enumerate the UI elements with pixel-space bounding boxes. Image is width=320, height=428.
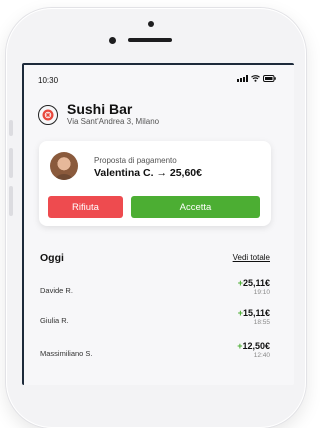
front-camera [109, 37, 116, 44]
transaction-name: Massimiliano S. [40, 349, 93, 358]
reject-button[interactable]: Rifiuta [48, 196, 123, 218]
transaction-name: Davide R. [40, 286, 73, 295]
payment-request-summary: Valentina C. → 25,60€ [94, 167, 202, 179]
venue-name: Sushi Bar [67, 101, 133, 117]
payment-request-subtitle: Proposta di pagamento [94, 156, 177, 165]
wifi-icon [251, 75, 260, 82]
signal-icon [237, 75, 248, 82]
avatar [50, 152, 78, 180]
transaction-time: 19:10 [253, 289, 270, 296]
transaction-row[interactable]: Massimiliano S. +12,50€ 12:40 [40, 341, 270, 367]
transaction-name: Giulia R. [40, 316, 69, 325]
transaction-amount: +25,11€ [237, 278, 270, 288]
transaction-amount: +12,50€ [237, 341, 270, 351]
volume-up-button [9, 148, 13, 178]
see-total-link[interactable]: Vedi totale [233, 253, 270, 262]
venue-address: Via Sant'Andrea 3, Milano [67, 117, 160, 126]
earpiece-speaker [128, 38, 172, 42]
request-amount: 25,60€ [169, 167, 202, 179]
transaction-amount: +15,11€ [237, 308, 270, 318]
transaction-time: 18:55 [253, 319, 270, 326]
status-time: 10:30 [38, 76, 59, 85]
sender-name: Valentina C. [94, 167, 154, 179]
accept-button[interactable]: Accetta [131, 196, 260, 218]
transaction-row[interactable]: Giulia R. +15,11€ 18:55 [40, 308, 270, 334]
battery-icon [263, 75, 276, 82]
payment-request-card: Proposta di pagamento Valentina C. → 25,… [39, 141, 271, 226]
venue-header: Sushi Bar Via Sant'Andrea 3, Milano [38, 102, 159, 127]
transaction-row[interactable]: Davide R. +25,11€ 19:10 [40, 278, 270, 304]
status-bar: 10:30 [24, 65, 294, 95]
arrow-icon: → [156, 167, 167, 179]
status-icons [237, 75, 276, 82]
section-title-today: Oggi [40, 252, 64, 264]
app-screen: 10:30 Sushi Bar Via Sant'Andrea 3, Milan… [22, 63, 294, 385]
venue-info: Sushi Bar Via Sant'Andrea 3, Milano [67, 102, 159, 127]
sushi-logo-icon [38, 104, 58, 125]
volume-down-button [9, 186, 13, 216]
mute-switch [9, 120, 13, 136]
sensor-dot [148, 21, 154, 27]
transaction-time: 12:40 [253, 352, 270, 359]
